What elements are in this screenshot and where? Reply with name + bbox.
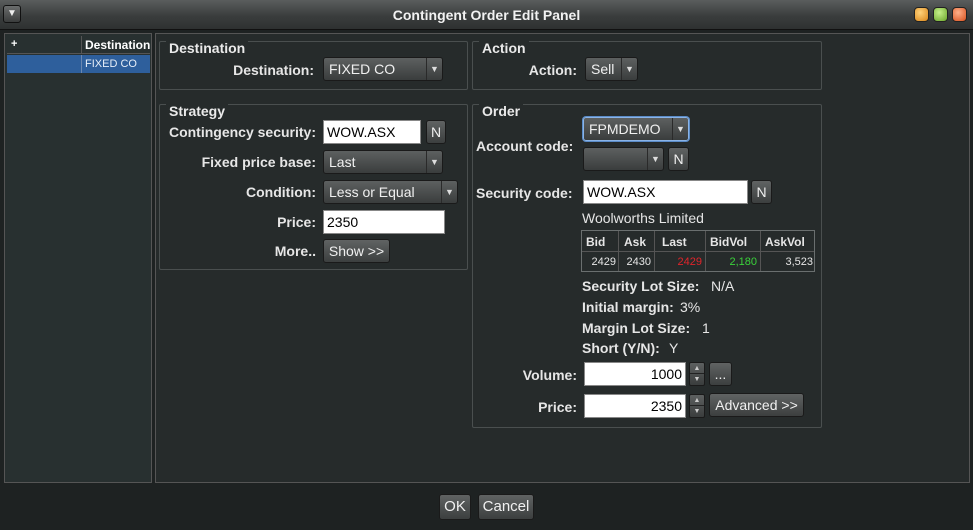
quote-header-bid: Bid [586, 235, 606, 249]
account-code-value: FPMDEMO [589, 121, 661, 137]
quote-ask-value: 2430 [626, 256, 651, 268]
initial-margin-label: Initial margin: [582, 299, 674, 315]
security-code-input[interactable]: WOW.ASX [583, 180, 748, 204]
security-code-label: Security code: [476, 185, 573, 201]
advanced-button[interactable]: Advanced >> [709, 393, 804, 417]
action-group: Action Action: Sell ▼ [472, 40, 822, 90]
chevron-down-icon: ▼ [426, 58, 442, 80]
destination-group: Destination Destination: FIXED CO ▼ [159, 40, 468, 90]
volume-input[interactable]: 1000 [584, 362, 686, 386]
chevron-down-icon: ▼ [426, 151, 442, 173]
arrow-down-icon[interactable]: ▼ [690, 374, 704, 385]
security-lot-size-label: Security Lot Size: [582, 278, 700, 294]
account-code-select[interactable]: FPMDEMO ▼ [583, 117, 689, 141]
order-price-input[interactable]: 2350 [584, 394, 686, 418]
destination-select[interactable]: FIXED CO ▼ [323, 57, 443, 81]
strategy-price-label: Price: [277, 214, 316, 230]
action-select-value: Sell [591, 61, 615, 77]
quote-bid-value: 2429 [591, 256, 616, 268]
destination-select-value: FIXED CO [329, 61, 396, 77]
condition-label: Condition: [246, 184, 316, 200]
destination-list-header: + Destination [7, 36, 150, 54]
strategy-group: Strategy Contingency security: WOW.ASX N… [159, 103, 468, 270]
short-label: Short (Y/N): [582, 340, 660, 356]
more-label: More.. [274, 243, 316, 259]
arrow-up-icon[interactable]: ▲ [690, 395, 704, 406]
arrow-down-icon[interactable]: ▼ [690, 406, 704, 417]
cancel-button[interactable]: Cancel [478, 494, 534, 520]
destination-list: + Destination FIXED CO [4, 33, 152, 483]
volume-label: Volume: [522, 367, 577, 383]
destination-label: Destination: [233, 62, 314, 78]
window-title: Contingent Order Edit Panel [392, 7, 581, 23]
contingency-security-input[interactable]: WOW.ASX [323, 120, 421, 144]
security-name: Woolworths Limited [582, 210, 704, 226]
volume-stepper[interactable]: ▲ ▼ [689, 362, 705, 386]
account-sub-select[interactable]: ▼ [583, 147, 664, 171]
quote-table: Bid Ask Last BidVol AskVol 2429 2430 242… [581, 230, 815, 272]
destination-cell: FIXED CO [81, 55, 151, 73]
condition-value: Less or Equal [329, 184, 415, 200]
dialog-footer: OK Cancel [0, 487, 973, 530]
strategy-price-input[interactable]: 2350 [323, 210, 445, 234]
chevron-down-icon: ▼ [672, 118, 688, 140]
strategy-group-title: Strategy [166, 103, 229, 119]
security-lookup-button[interactable]: N [751, 180, 772, 204]
order-group-title: Order [479, 103, 524, 119]
expand-all-button[interactable]: + [11, 38, 17, 50]
price-stepper[interactable]: ▲ ▼ [689, 394, 705, 418]
edit-panel-content: Destination Destination: FIXED CO ▼ Acti… [155, 33, 970, 483]
chevron-down-icon: ▼ [621, 58, 637, 80]
fixed-price-base-select[interactable]: Last ▼ [323, 150, 443, 174]
quote-last-value: 2429 [677, 256, 702, 268]
title-bar: ▼ Contingent Order Edit Panel [0, 0, 973, 30]
volume-options-button[interactable]: ... [709, 362, 732, 386]
account-lookup-button[interactable]: N [668, 147, 689, 171]
chevron-down-icon: ▼ [441, 181, 457, 203]
ok-button[interactable]: OK [439, 494, 471, 520]
order-price-label: Price: [538, 399, 577, 415]
condition-select[interactable]: Less or Equal ▼ [323, 180, 458, 204]
action-label: Action: [528, 62, 577, 78]
quote-bidvol-value: 2,180 [729, 256, 757, 268]
margin-lot-size-value: 1 [702, 320, 710, 336]
account-code-label: Account code: [476, 138, 574, 154]
security-lot-size-value: N/A [711, 278, 735, 294]
fixed-price-base-label: Fixed price base: [201, 154, 316, 170]
contingency-security-label: Contingency security: [168, 124, 316, 140]
destination-column-header[interactable]: Destination [81, 36, 151, 54]
close-button[interactable] [952, 7, 967, 22]
short-value: Y [669, 340, 679, 356]
arrow-up-icon[interactable]: ▲ [690, 363, 704, 374]
show-more-button[interactable]: Show >> [323, 239, 390, 263]
contingency-security-lookup-button[interactable]: N [426, 120, 446, 144]
action-group-title: Action [479, 40, 529, 56]
list-item[interactable]: FIXED CO [7, 55, 150, 73]
chevron-down-icon: ▼ [647, 148, 663, 170]
minimize-button[interactable] [914, 7, 929, 22]
maximize-button[interactable] [933, 7, 948, 22]
destination-group-title: Destination [166, 40, 249, 56]
margin-lot-size-label: Margin Lot Size: [582, 320, 691, 336]
quote-header-askvol: AskVol [765, 235, 805, 249]
quote-header-last: Last [662, 235, 687, 249]
quote-askvol-value: 3,523 [785, 256, 813, 268]
quote-header-bidvol: BidVol [710, 235, 748, 249]
quote-header-ask: Ask [624, 235, 647, 249]
action-select[interactable]: Sell ▼ [585, 57, 638, 81]
initial-margin-value: 3% [680, 299, 701, 315]
fixed-price-base-value: Last [329, 154, 356, 170]
